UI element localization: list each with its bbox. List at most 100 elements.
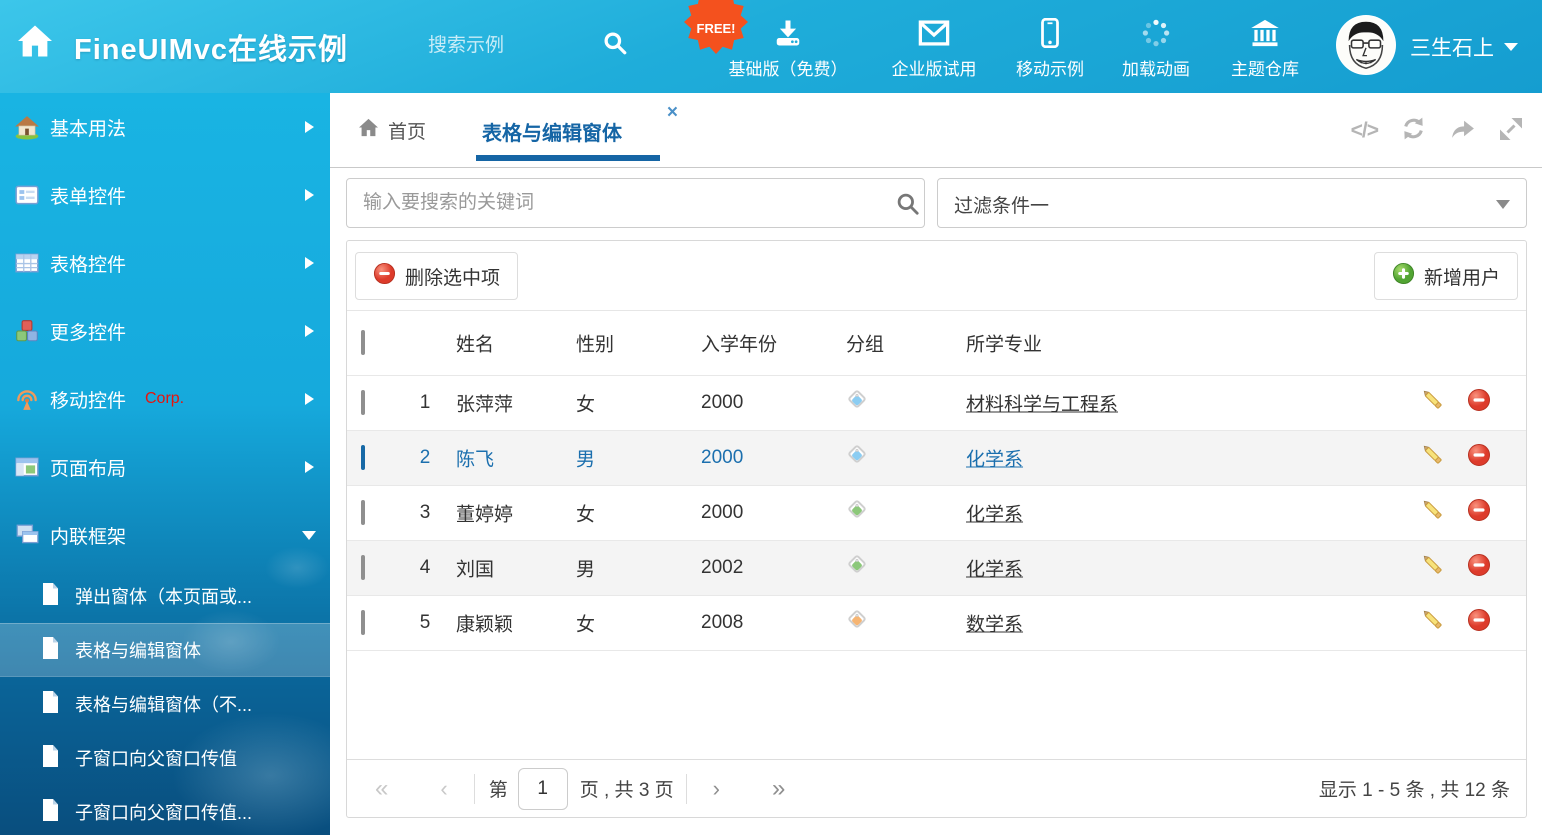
nav-item-loading-animation[interactable]: 加载动画 [1105, 18, 1207, 80]
table-icon [14, 250, 40, 276]
corp-badge: Corp. [145, 390, 184, 408]
next-page-button[interactable]: › [713, 778, 720, 800]
delete-icon[interactable] [1467, 388, 1491, 418]
divider [686, 774, 687, 804]
search-icon[interactable] [602, 30, 628, 61]
app-header: FineUIMvc在线示例 FREE! 基础版（免费） 企业版试用 移动示例 加… [0, 0, 1542, 93]
column-header-major[interactable]: 所学专业 [966, 330, 1042, 357]
delete-icon[interactable] [1467, 608, 1491, 638]
keyword-search-input[interactable] [346, 178, 925, 228]
main-area: 首页 表格与编辑窗体 × </> 过滤条件一 [330, 93, 1542, 835]
column-header-year[interactable]: 入学年份 [701, 330, 777, 357]
share-icon[interactable] [1449, 115, 1476, 147]
major-link[interactable]: 数学系 [966, 610, 1023, 637]
row-checkbox[interactable] [361, 610, 365, 635]
sidebar-item-iframe[interactable]: 内联框架 [0, 501, 330, 569]
close-icon[interactable]: × [667, 103, 678, 122]
user-name: 三生石上 [1410, 32, 1494, 62]
chevron-right-icon [305, 121, 314, 133]
table-row[interactable]: 1 张萍萍 女 2000 材料科学与工程系 [347, 376, 1526, 431]
expand-icon[interactable] [1498, 116, 1524, 147]
tab-toolbar: </> [1351, 115, 1524, 147]
tag-icon [846, 388, 870, 412]
sidebar-item-page-layout[interactable]: 页面布局 [0, 433, 330, 501]
sidebar-subitem-grid-edit-window-2[interactable]: 表格与编辑窗体（不... [0, 677, 330, 731]
nav-item-theme-repo[interactable]: 主题仓库 [1214, 18, 1316, 80]
sidebar-subitem-grid-edit-window[interactable]: 表格与编辑窗体 [0, 623, 330, 677]
major-link[interactable]: 材料科学与工程系 [966, 390, 1118, 417]
page-suffix-label: 页 , 共 3 页 [580, 775, 674, 802]
page-number-input[interactable] [518, 768, 568, 810]
home-icon [358, 118, 379, 142]
delete-icon[interactable] [1467, 553, 1491, 583]
document-icon [40, 744, 60, 773]
table-row[interactable]: 2 陈飞 男 2000 化学系 [347, 431, 1526, 486]
major-link[interactable]: 化学系 [966, 500, 1023, 527]
pagination-bar: « ‹ 第 页 , 共 3 页 › » 显示 1 - 5 条 , 共 12 条 [347, 759, 1526, 817]
tag-icon [846, 608, 870, 632]
column-header-name[interactable]: 姓名 [456, 330, 494, 357]
chevron-right-icon [305, 461, 314, 473]
sidebar-item-form-controls[interactable]: 表单控件 [0, 161, 330, 229]
column-header-gender[interactable]: 性别 [576, 330, 614, 357]
edit-icon[interactable] [1421, 388, 1445, 418]
wireless-icon [14, 386, 40, 412]
row-checkbox[interactable] [361, 555, 365, 580]
first-page-button[interactable]: « [375, 777, 388, 801]
source-code-icon[interactable]: </> [1351, 119, 1378, 143]
row-checkbox[interactable] [361, 445, 365, 470]
delete-icon[interactable] [1467, 443, 1491, 473]
filter-dropdown[interactable]: 过滤条件一 [937, 178, 1527, 228]
last-page-button[interactable]: » [772, 777, 785, 801]
refresh-icon[interactable] [1400, 115, 1427, 147]
nav-item-label: 企业版试用 [892, 55, 977, 80]
home-logo-icon[interactable] [16, 24, 54, 63]
table-row[interactable]: 5 康颖颖 女 2008 数学系 [347, 596, 1526, 651]
row-checkbox[interactable] [361, 500, 365, 525]
edit-icon[interactable] [1421, 608, 1445, 638]
tab-grid-edit-window[interactable]: 表格与编辑窗体 × [476, 93, 662, 167]
prev-page-button[interactable]: ‹ [440, 778, 447, 800]
major-link[interactable]: 化学系 [966, 445, 1023, 472]
delete-icon[interactable] [1467, 498, 1491, 528]
header-search-input[interactable] [428, 30, 588, 62]
nav-item-enterprise-trial[interactable]: 企业版试用 [873, 18, 995, 80]
nav-item-label: 基础版（免费） [729, 55, 848, 80]
grid-panel: 删除选中项 新增用户 姓名 性别 入学年份 分组 所学专业 1 [346, 240, 1527, 818]
edit-icon[interactable] [1421, 553, 1445, 583]
envelope-icon [917, 18, 951, 53]
major-link[interactable]: 化学系 [966, 555, 1023, 582]
record-count-summary: 显示 1 - 5 条 , 共 12 条 [1319, 775, 1510, 802]
nav-item-mobile-demo[interactable]: 移动示例 [999, 18, 1101, 80]
column-header-group[interactable]: 分组 [846, 330, 884, 357]
document-icon [40, 798, 60, 827]
sidebar-item-grid-controls[interactable]: 表格控件 [0, 229, 330, 297]
sidebar-subitem-child-to-parent[interactable]: 子窗口向父窗口传值 [0, 731, 330, 785]
select-all-checkbox[interactable] [361, 330, 365, 355]
tag-icon [846, 443, 870, 467]
add-user-button[interactable]: 新增用户 [1374, 252, 1518, 300]
users-table: 姓名 性别 入学年份 分组 所学专业 1 张萍萍 女 2000 材料科学与工程系 [347, 311, 1526, 651]
house-icon [14, 114, 40, 140]
user-menu[interactable]: 三生石上 [1410, 32, 1518, 62]
document-icon [40, 636, 60, 665]
table-row[interactable]: 4 刘国 男 2002 化学系 [347, 541, 1526, 596]
edit-icon[interactable] [1421, 443, 1445, 473]
avatar[interactable] [1336, 15, 1396, 75]
tab-home[interactable]: 首页 [358, 93, 426, 167]
table-row[interactable]: 3 董婷婷 女 2000 化学系 [347, 486, 1526, 541]
cubes-icon [14, 318, 40, 344]
nav-item-label: 移动示例 [1016, 55, 1084, 80]
tag-icon [846, 498, 870, 522]
sidebar-item-more-controls[interactable]: 更多控件 [0, 297, 330, 365]
sidebar-subitem-child-to-parent-2[interactable]: 子窗口向父窗口传值... [0, 785, 330, 835]
edit-icon[interactable] [1421, 498, 1445, 528]
sidebar-subitem-popup-window[interactable]: 弹出窗体（本页面或... [0, 569, 330, 623]
chevron-right-icon [305, 257, 314, 269]
row-checkbox[interactable] [361, 390, 365, 415]
delete-selected-button[interactable]: 删除选中项 [355, 252, 518, 300]
sidebar-item-mobile-controls[interactable]: 移动控件 Corp. [0, 365, 330, 433]
chevron-right-icon [305, 393, 314, 405]
sidebar: 基本用法 表单控件 表格控件 更多控件 移动控件 Corp. 页面布局 [0, 93, 330, 835]
sidebar-item-basic-usage[interactable]: 基本用法 [0, 93, 330, 161]
